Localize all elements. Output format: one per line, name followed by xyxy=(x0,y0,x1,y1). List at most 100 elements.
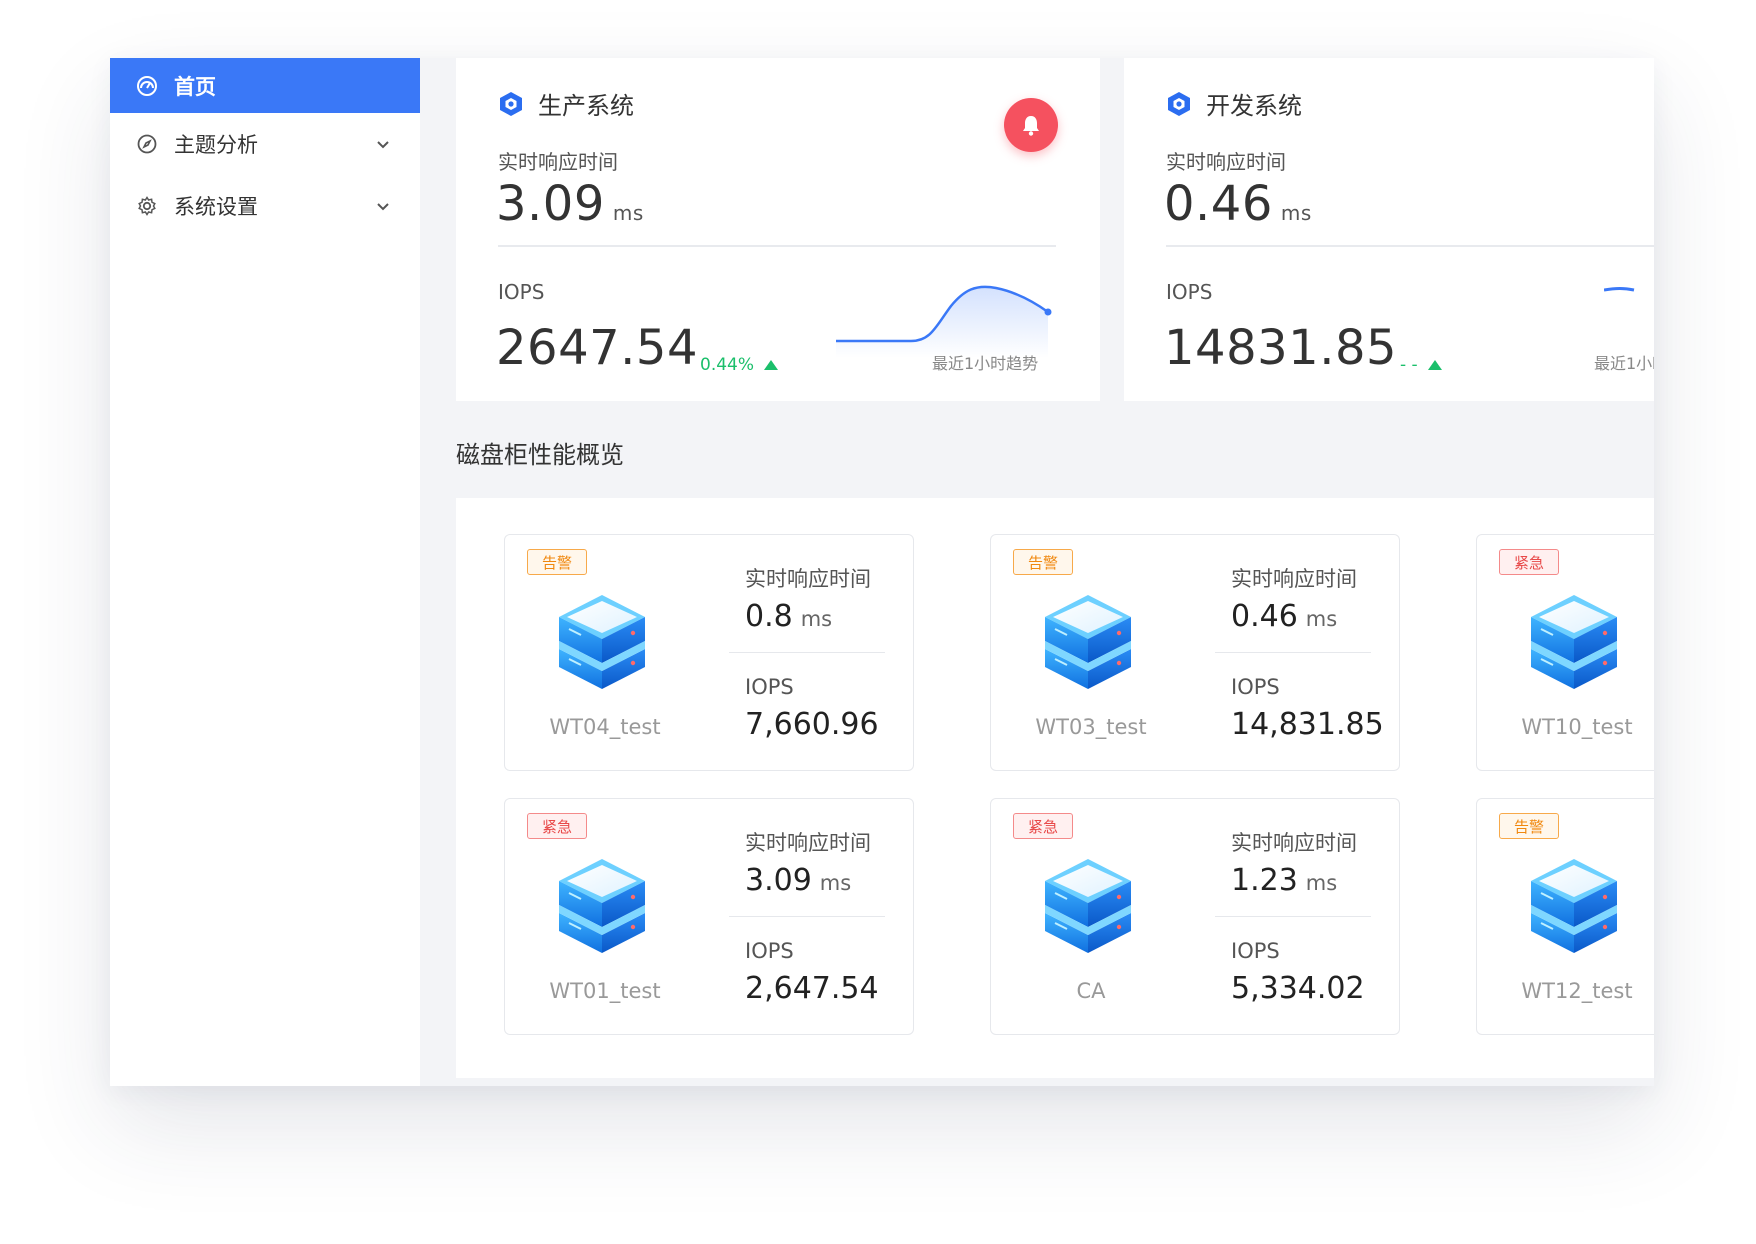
disk-card[interactable]: 告警 WT04_test 实时响应时间 0.8 ms IOPS 7,660.96 xyxy=(504,534,914,771)
disk-card[interactable]: 紧急 WT10_test 实时响应时间 ms IOPS xyxy=(1476,534,1654,771)
iops-label: IOPS xyxy=(498,280,545,304)
disk-cabinet-icon xyxy=(559,859,645,953)
sidebar-item-settings[interactable]: 系统设置 xyxy=(110,178,420,233)
section-title: 磁盘柜性能概览 xyxy=(456,441,624,469)
status-badge: 告警 xyxy=(527,549,587,575)
response-time-number: 0.46 xyxy=(1164,176,1273,232)
sidebar: 首页 主题分析 系统设置 xyxy=(110,58,420,1086)
iops-value: 14831.85 xyxy=(1164,320,1398,376)
system-card-development[interactable]: 开发系统 实时响应时间 0.46 ms IOPS 14831.85 - - 最近1… xyxy=(1124,58,1654,401)
iops-label: IOPS xyxy=(745,939,794,963)
disk-card[interactable]: 告警 WT03_test 实时响应时间 0.46 ms IOPS 14,831.8… xyxy=(990,534,1400,771)
iops-change: 0.44% xyxy=(700,355,779,375)
response-time-value: 0.46 ms xyxy=(1231,599,1337,634)
disk-card[interactable]: 紧急 CA 实时响应时间 1.23 ms IOPS 5,334.02 xyxy=(990,798,1400,1035)
system-title: 开发系统 xyxy=(1166,86,1302,121)
hexagon-logo-icon xyxy=(500,91,522,116)
chevron-down-icon[interactable] xyxy=(374,134,392,152)
iops-label: IOPS xyxy=(1166,280,1213,304)
response-time-label: 实时响应时间 xyxy=(745,567,871,591)
disk-cabinet-icon xyxy=(559,595,645,689)
response-time-unit: ms xyxy=(1305,871,1338,895)
status-badge: 紧急 xyxy=(1013,813,1073,839)
system-title: 生产系统 xyxy=(498,86,634,121)
response-time-value: 0.46 ms xyxy=(1164,176,1312,232)
divider xyxy=(1215,916,1371,917)
divider xyxy=(1215,652,1371,653)
disk-name: WT01_test xyxy=(549,979,661,1003)
disk-cabinet-icon xyxy=(1045,859,1131,953)
status-badge: 紧急 xyxy=(1499,549,1559,575)
response-time-label: 实时响应时间 xyxy=(1231,831,1357,855)
disk-name: WT10_test xyxy=(1521,715,1633,739)
iops-label: IOPS xyxy=(1231,939,1280,963)
iops-value: 2,647.54 xyxy=(745,971,879,1006)
iops-value: 2647.54 xyxy=(496,320,698,376)
iops-change-text: 0.44% xyxy=(700,355,755,375)
iops-value: 14,831.85 xyxy=(1231,707,1384,742)
system-card-production[interactable]: 生产系统 实时响应时间 3.09 ms IOPS 2647.54 0.44% 最近… xyxy=(456,58,1100,401)
hexagon-logo-icon xyxy=(1168,91,1190,116)
dashboard-icon xyxy=(136,75,158,97)
sidebar-item-home[interactable]: 首页 xyxy=(110,58,420,113)
response-time-label: 实时响应时间 xyxy=(1231,567,1357,591)
iops-value: 5,334.02 xyxy=(1231,971,1365,1006)
response-time-unit: ms xyxy=(800,607,833,631)
iops-change: - - xyxy=(1400,355,1442,375)
iops-value: 7,660.96 xyxy=(745,707,879,742)
response-time-number: 3.09 xyxy=(745,863,812,898)
response-time-unit: ms xyxy=(612,201,644,225)
trend-label: 最近1小时趋势 xyxy=(1594,354,1654,373)
divider xyxy=(1166,245,1654,247)
trend-sparkline[interactable] xyxy=(836,268,1066,358)
response-time-number: 0.8 xyxy=(745,599,793,634)
response-time-unit: ms xyxy=(1305,607,1338,631)
response-time-number: 0.46 xyxy=(1231,599,1298,634)
disk-overview-panel: 告警 WT04_test 实时响应时间 0.8 ms IOPS 7,660.96 xyxy=(456,498,1654,1078)
trend-label-clip: 最近1小时趋势 xyxy=(1594,350,1654,374)
disk-cabinet-icon xyxy=(1531,595,1617,689)
chevron-down-icon[interactable] xyxy=(374,196,392,214)
response-time-unit: ms xyxy=(819,871,852,895)
response-time-label: 实时响应时间 xyxy=(745,831,871,855)
iops-label: IOPS xyxy=(745,675,794,699)
gear-icon xyxy=(136,195,158,217)
response-time-unit: ms xyxy=(1280,201,1312,225)
disk-name: WT03_test xyxy=(1035,715,1147,739)
response-time-number: 1.23 xyxy=(1231,863,1298,898)
stage: 首页 主题分析 系统设置 生产系统 实时响应时间 3.09 ms IOPS 26… xyxy=(0,0,1756,1244)
up-arrow-icon xyxy=(1427,360,1442,370)
sidebar-item-label: 主题分析 xyxy=(174,132,258,157)
disk-card[interactable]: 紧急 WT01_test 实时响应时间 3.09 ms IOPS 2,647.54 xyxy=(504,798,914,1035)
compass-icon xyxy=(136,133,158,155)
response-time-value: 3.09 ms xyxy=(496,176,644,232)
response-time-label: 实时响应时间 xyxy=(1166,150,1286,174)
response-time-value: 0.8 ms xyxy=(745,599,832,634)
disk-name: WT12_test xyxy=(1521,979,1633,1003)
response-time-value: 1.23 ms xyxy=(1231,863,1337,898)
response-time-label: 实时响应时间 xyxy=(498,150,618,174)
disk-cabinet-icon xyxy=(1045,595,1131,689)
sidebar-item-label: 系统设置 xyxy=(174,194,258,219)
system-title-text: 生产系统 xyxy=(538,92,634,120)
alert-bell-button[interactable] xyxy=(1004,98,1058,152)
iops-change-text: - - xyxy=(1400,355,1418,375)
divider xyxy=(729,652,885,653)
response-time-number: 3.09 xyxy=(496,176,605,232)
status-badge: 告警 xyxy=(1013,549,1073,575)
status-badge: 告警 xyxy=(1499,813,1559,839)
disk-name: WT04_test xyxy=(549,715,661,739)
up-arrow-icon xyxy=(764,360,779,370)
divider xyxy=(498,245,1056,247)
disk-name: CA xyxy=(1076,979,1106,1003)
system-title-text: 开发系统 xyxy=(1206,92,1302,120)
trend-sparkline[interactable] xyxy=(1604,268,1654,328)
divider xyxy=(729,916,885,917)
sidebar-item-topic-analysis[interactable]: 主题分析 xyxy=(110,116,420,171)
trend-label: 最近1小时趋势 xyxy=(932,354,1039,373)
sidebar-item-label: 首页 xyxy=(174,74,216,99)
app-window: 首页 主题分析 系统设置 生产系统 实时响应时间 3.09 ms IOPS 26… xyxy=(110,58,1654,1086)
status-badge: 紧急 xyxy=(527,813,587,839)
bell-icon xyxy=(1023,116,1039,136)
disk-card[interactable]: 告警 WT12_test 实时响应时间 ms IOPS xyxy=(1476,798,1654,1035)
